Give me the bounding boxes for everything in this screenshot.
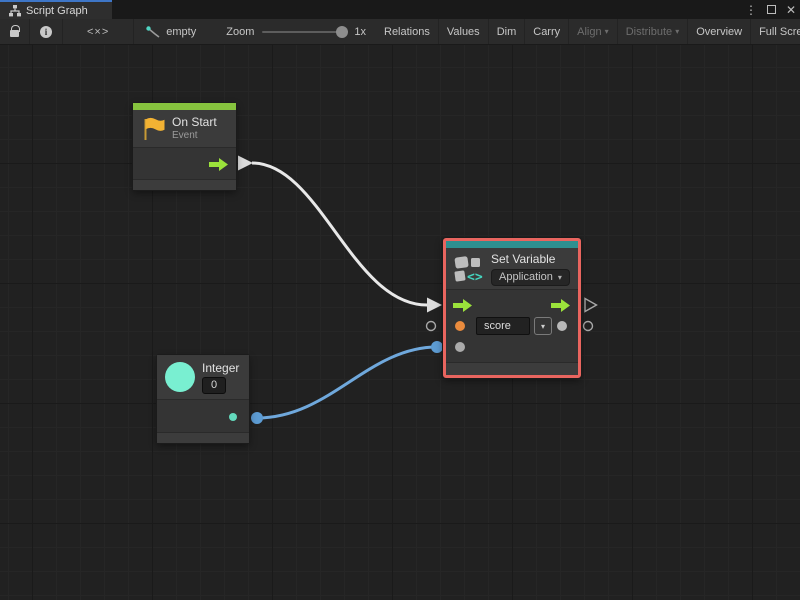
graph-pointer-icon: [146, 26, 160, 38]
chevron-down-icon: ▾: [541, 322, 545, 331]
flow-wire-start-arrow: [238, 156, 253, 171]
graph-breadcrumb[interactable]: empty: [134, 19, 208, 44]
integer-header: Integer 0: [157, 355, 249, 400]
chevron-down-icon: ▾: [558, 273, 562, 282]
value-in-port[interactable]: [455, 342, 465, 352]
window-controls: ⋮ ✕: [745, 0, 796, 19]
node-integer[interactable]: Integer 0: [157, 355, 249, 443]
node-on-start[interactable]: On Start Event: [133, 103, 236, 190]
overview-button[interactable]: Overview: [688, 19, 751, 44]
lock-icon: [10, 30, 19, 37]
scope-label: Application: [499, 271, 553, 283]
close-icon[interactable]: ✕: [786, 3, 796, 17]
wire-layer: [0, 45, 800, 600]
zoom-slider-handle[interactable]: [336, 26, 348, 38]
on-start-title: On Start: [172, 115, 217, 129]
flag-icon: [141, 116, 165, 142]
wire-flow-onstart-setvariable[interactable]: [252, 163, 427, 305]
flow-in-port[interactable]: [453, 299, 473, 312]
variable-scope-dropdown[interactable]: Application ▾: [491, 269, 570, 286]
align-button: Align ▾: [569, 19, 618, 44]
on-start-footer: [133, 180, 236, 190]
on-start-subtitle: Event: [172, 130, 198, 142]
integer-icon: [165, 362, 195, 392]
flow-out-port[interactable]: [551, 299, 571, 312]
set-variable-footer: [446, 363, 578, 375]
integer-value-field[interactable]: 0: [202, 377, 226, 394]
zoom-slider[interactable]: [262, 31, 346, 33]
zoom-label: Zoom: [226, 26, 254, 38]
set-variable-header: <> Set Variable Application ▾: [446, 248, 578, 290]
distribute-button: Distribute ▾: [618, 19, 689, 44]
flow-wire-end-arrow: [427, 298, 442, 313]
values-button[interactable]: Values: [439, 19, 489, 44]
lock-button[interactable]: [0, 19, 30, 44]
on-start-body: [133, 148, 236, 180]
node-set-variable[interactable]: <> Set Variable Application ▾: [443, 238, 581, 378]
align-label: Align: [577, 26, 601, 38]
set-variable-body: score ▾: [446, 290, 578, 363]
zoom-control: Zoom 1x: [208, 19, 376, 44]
set-variable-title: Set Variable: [491, 252, 555, 266]
integer-out-port[interactable]: [229, 413, 237, 421]
tab-title: Script Graph: [26, 5, 88, 17]
script-graph-window: Script Graph ⋮ ✕ i <×> empty Zoom: [0, 0, 800, 600]
chevron-down-icon: ▾: [605, 27, 609, 36]
graph-canvas[interactable]: On Start Event <>: [0, 45, 800, 600]
breadcrumb-label: empty: [166, 26, 196, 38]
svg-text:<>: <>: [467, 270, 483, 283]
variable-name-dropdown-button[interactable]: ▾: [534, 317, 552, 335]
variables-icon: <>: [454, 254, 484, 283]
kebab-menu-icon[interactable]: ⋮: [745, 3, 757, 17]
integer-title: Integer: [202, 361, 239, 375]
integer-footer: [157, 433, 249, 443]
setvariable-name-port-connector[interactable]: [427, 322, 436, 331]
on-start-header: On Start Event: [133, 110, 236, 148]
chevron-down-icon: ▾: [675, 27, 679, 36]
relations-button[interactable]: Relations: [376, 19, 439, 44]
variable-name-port[interactable]: [455, 321, 465, 331]
carry-button[interactable]: Carry: [525, 19, 569, 44]
setvariable-flow-out-connector[interactable]: [585, 299, 597, 312]
value-wire-end-dot: [431, 341, 443, 353]
wire-value-integer-setvariable[interactable]: [257, 347, 437, 418]
graph-toolbar: i <×> empty Zoom 1x Relations Values Dim…: [0, 19, 800, 45]
variable-name-field[interactable]: score: [476, 317, 530, 335]
tab-bar: Script Graph ⋮ ✕: [0, 0, 800, 19]
info-icon: i: [40, 26, 52, 38]
distribute-label: Distribute: [626, 26, 672, 38]
code-icon: <×>: [87, 26, 109, 38]
edit-code-button[interactable]: <×>: [63, 19, 134, 44]
variable-stripe: [446, 241, 578, 248]
event-stripe: [133, 103, 236, 110]
zoom-level: 1x: [354, 26, 366, 38]
value-out-port[interactable]: [557, 321, 567, 331]
info-button[interactable]: i: [30, 19, 63, 44]
setvariable-value-out-connector[interactable]: [584, 322, 593, 331]
dim-button[interactable]: Dim: [489, 19, 526, 44]
tab-script-graph[interactable]: Script Graph: [0, 0, 112, 19]
value-wire-start-dot: [251, 412, 263, 424]
maximize-icon[interactable]: [767, 5, 776, 14]
variable-name-row: score ▾: [476, 317, 552, 335]
graph-icon: [9, 5, 21, 17]
fullscreen-button[interactable]: Full Screen: [751, 19, 800, 44]
flow-out-port[interactable]: [209, 158, 229, 171]
integer-body: [157, 400, 249, 433]
